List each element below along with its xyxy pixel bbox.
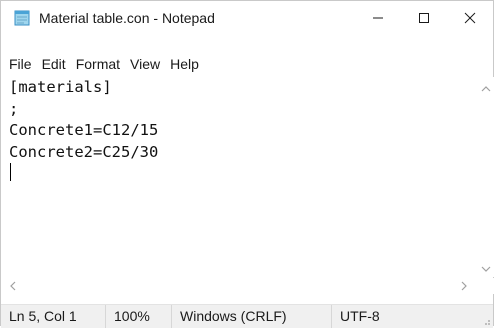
menu-file[interactable]: File xyxy=(1,53,37,75)
scrollbar-corner xyxy=(478,278,494,294)
status-encoding: UTF-8 xyxy=(340,308,380,324)
horizontal-scrollbar[interactable] xyxy=(1,278,478,294)
close-button[interactable] xyxy=(447,1,493,35)
scroll-up-button[interactable] xyxy=(478,81,494,97)
vertical-scrollbar[interactable] xyxy=(478,77,494,277)
menu-edit[interactable]: Edit xyxy=(37,53,71,75)
text-line: ; xyxy=(9,99,19,118)
notepad-window: Material table.con - Notepad File Edit F… xyxy=(0,0,494,328)
status-zoom: 100% xyxy=(106,305,172,328)
maximize-button[interactable] xyxy=(401,1,447,35)
text-line-caret xyxy=(9,163,478,185)
menu-bar: File Edit Format View Help xyxy=(1,53,493,75)
menu-view[interactable]: View xyxy=(125,53,165,75)
minimize-icon xyxy=(373,17,383,19)
window-title: Material table.con - Notepad xyxy=(39,10,215,26)
menu-format[interactable]: Format xyxy=(71,53,125,75)
close-icon xyxy=(464,12,476,24)
minimize-button[interactable] xyxy=(355,1,401,35)
text-line: Concrete1=C12/15 xyxy=(9,121,159,139)
scroll-down-button[interactable] xyxy=(478,261,494,277)
text-caret xyxy=(10,163,11,181)
notepad-icon xyxy=(13,9,31,27)
text-line: Concrete2=C25/30 xyxy=(9,142,159,161)
text-line: [materials] xyxy=(9,78,112,96)
maximize-icon xyxy=(419,13,429,23)
resize-grip-icon[interactable] xyxy=(481,316,491,326)
title-bar[interactable]: Material table.con - Notepad xyxy=(1,1,493,35)
status-bar: Ln 5, Col 1 100% Windows (CRLF) UTF-8 xyxy=(1,304,493,328)
status-position: Ln 5, Col 1 xyxy=(1,305,106,328)
scroll-right-button[interactable] xyxy=(456,278,472,294)
status-line-ending: Windows (CRLF) xyxy=(172,305,332,328)
chevron-left-icon xyxy=(10,281,16,291)
chevron-right-icon xyxy=(461,281,467,291)
chevron-up-icon xyxy=(481,86,491,92)
text-editor[interactable]: [materials]; Concrete1=C12/15 Concrete2=C2… xyxy=(1,77,478,277)
text-content[interactable]: [materials]; Concrete1=C12/15 Concrete2=C2… xyxy=(9,77,478,277)
scroll-left-button[interactable] xyxy=(5,278,21,294)
menu-help[interactable]: Help xyxy=(165,53,204,75)
chevron-down-icon xyxy=(481,266,491,272)
window-controls xyxy=(355,1,493,35)
